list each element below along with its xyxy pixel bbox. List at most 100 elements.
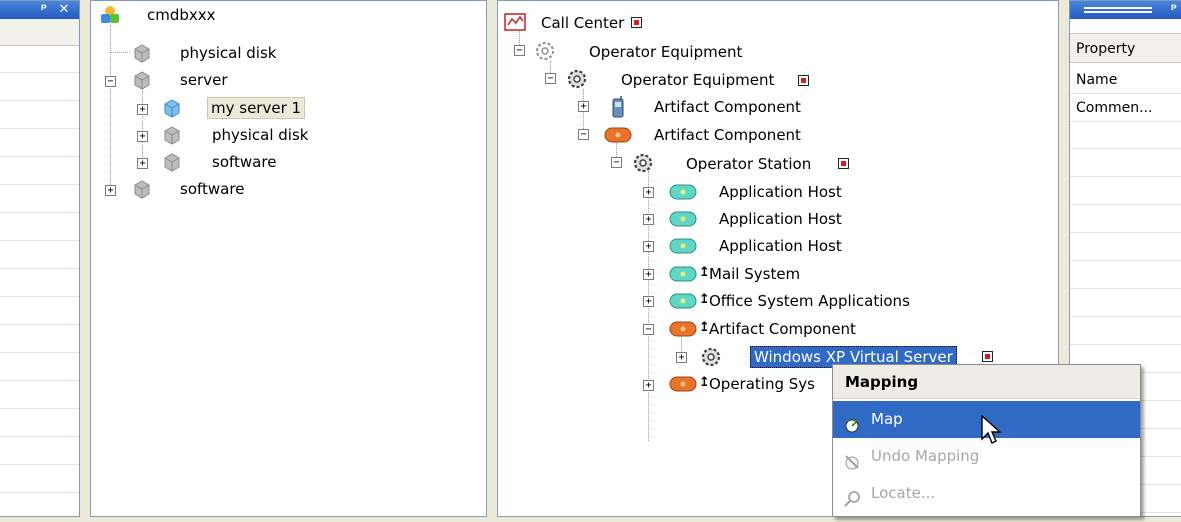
map-icon: [843, 411, 861, 433]
tree-node-label[interactable]: Operator Station: [683, 154, 814, 174]
tree-node-label[interactable]: Application Host: [716, 182, 845, 202]
expand-toggle[interactable]: +: [643, 214, 654, 225]
grid-row: [1070, 206, 1181, 233]
mapping-status-icon: [798, 75, 809, 86]
property-name: Name: [1076, 72, 1118, 88]
tree-node-label[interactable]: server: [177, 70, 230, 90]
grid-row: [1070, 318, 1181, 345]
property-row[interactable]: Commen...: [1070, 94, 1181, 122]
tree-node-label[interactable]: Operator Equipment: [618, 70, 777, 90]
grid-row: [0, 186, 79, 213]
teal-pill-icon: [669, 265, 697, 287]
tree-node-label[interactable]: Artifact Component: [706, 319, 859, 339]
properties-titlebar: ᵖ: [1070, 1, 1181, 19]
box-blue-icon: [162, 98, 182, 122]
left-panel-header: [0, 19, 79, 46]
phone-icon: [611, 96, 625, 122]
grid-row: [0, 214, 79, 241]
collapse-toggle[interactable]: −: [105, 76, 116, 87]
expand-toggle[interactable]: +: [643, 380, 654, 391]
property-column-header[interactable]: Property: [1070, 33, 1181, 63]
cmdb-tree-panel[interactable]: cmdbxxx physical disk − server + my serv…: [90, 0, 487, 517]
grid-row: [1070, 178, 1181, 205]
gear-dark-icon: [700, 346, 722, 372]
tree-node-label[interactable]: software: [209, 152, 279, 172]
grid-row: [0, 326, 79, 353]
undo-mapping-icon: [843, 448, 861, 470]
grid-row: [0, 438, 79, 465]
tree-node-label[interactable]: Mail System: [706, 264, 803, 284]
collapse-toggle[interactable]: −: [514, 45, 525, 56]
teal-pill-icon: [669, 292, 697, 314]
left-panel: ᵖ ✕: [0, 0, 80, 517]
box-gray-icon: [162, 125, 182, 149]
expand-toggle[interactable]: +: [105, 185, 116, 196]
tree-node-label[interactable]: Call Center: [538, 13, 627, 33]
box-gray-icon: [132, 43, 152, 67]
expand-toggle[interactable]: +: [643, 241, 654, 252]
grid-row: [0, 270, 79, 297]
teal-pill-icon: [669, 237, 697, 259]
tree-line: [110, 52, 130, 53]
property-row[interactable]: Name: [1070, 66, 1181, 94]
teal-pill-icon: [669, 210, 697, 232]
collapse-toggle[interactable]: −: [545, 73, 556, 84]
menu-item-label: Map: [871, 410, 903, 428]
close-icon[interactable]: ✕: [56, 2, 72, 18]
box-gray-icon: [132, 70, 152, 94]
grid-row: [1070, 290, 1181, 317]
grid-row: [1070, 122, 1181, 149]
tree-node-label[interactable]: Operating Sys: [706, 374, 818, 394]
tree-node-label[interactable]: software: [177, 179, 247, 199]
grid-row: [0, 102, 79, 129]
tree-node-label[interactable]: Office System Applications: [706, 291, 913, 311]
grid-row: [0, 242, 79, 269]
pin-icon[interactable]: ᵖ: [36, 2, 52, 18]
tree-node-label[interactable]: physical disk: [209, 125, 311, 145]
collapse-toggle[interactable]: −: [643, 324, 654, 335]
property-header-label: Property: [1076, 41, 1136, 57]
collapse-toggle[interactable]: −: [578, 129, 589, 140]
tree-node-label[interactable]: Application Host: [716, 209, 845, 229]
drag-handle-icon[interactable]: [1084, 7, 1152, 13]
grid-row: [0, 130, 79, 157]
expand-toggle[interactable]: +: [676, 352, 687, 363]
pin-icon[interactable]: ᵖ: [1166, 2, 1181, 18]
grid-row: [0, 74, 79, 101]
grid-row: [0, 466, 79, 493]
tree-node-label[interactable]: Artifact Component: [651, 97, 804, 117]
tree-node-label[interactable]: physical disk: [177, 43, 279, 63]
locate-menu-item[interactable]: Locate...: [833, 475, 1140, 512]
context-menu-header: Mapping: [833, 365, 1140, 399]
expand-toggle[interactable]: +: [137, 104, 148, 115]
tree-node-label[interactable]: Artifact Component: [651, 125, 804, 145]
gear-outline-icon: [534, 40, 556, 66]
expand-toggle[interactable]: +: [137, 131, 148, 142]
gear-dark-icon: [566, 68, 588, 94]
grid-row: [0, 494, 79, 516]
collapse-toggle[interactable]: −: [611, 157, 622, 168]
tree-node-label[interactable]: Application Host: [716, 236, 845, 256]
tree-node-label[interactable]: Operator Equipment: [586, 42, 745, 62]
tree-node-label[interactable]: cmdbxxx: [144, 5, 219, 25]
expand-toggle[interactable]: +: [643, 187, 654, 198]
box-gray-icon: [162, 152, 182, 176]
grid-row: [0, 354, 79, 381]
grid-row: [0, 46, 79, 73]
expand-toggle[interactable]: +: [643, 269, 654, 280]
grid-row: [1070, 150, 1181, 177]
expand-toggle[interactable]: +: [643, 296, 654, 307]
gear-dark-icon: [632, 152, 654, 178]
orange-pill-icon: [669, 320, 697, 342]
menu-item-label: Locate...: [871, 484, 936, 502]
tree-node-label-selected[interactable]: my server 1: [207, 97, 306, 119]
menu-item-label: Undo Mapping: [871, 447, 980, 465]
expand-toggle[interactable]: +: [578, 101, 589, 112]
grid-row: [1070, 234, 1181, 261]
orange-pill-icon: [604, 126, 632, 148]
expand-toggle[interactable]: +: [137, 158, 148, 169]
grid-row: [0, 382, 79, 409]
property-name: Commen...: [1076, 100, 1153, 116]
teal-pill-icon: [669, 183, 697, 205]
grid-row: [1070, 262, 1181, 289]
